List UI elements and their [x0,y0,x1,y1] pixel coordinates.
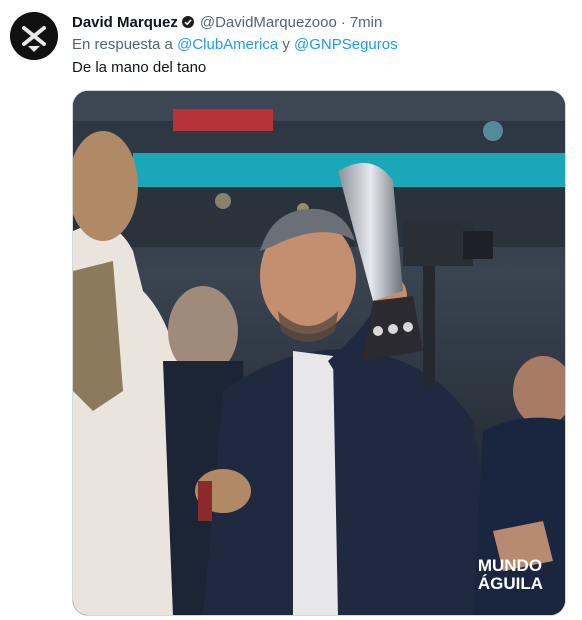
watermark-line-1: MUNDO [477,556,543,575]
verified-badge-icon [181,16,194,28]
mention-gnpseguros[interactable]: @GNPSeguros [294,36,398,53]
avatar[interactable] [10,12,58,60]
reply-context: En respuesta a @ClubAmerica y @GNPSeguro… [72,36,398,53]
reply-prefix: En respuesta a [72,36,178,53]
tweet-timestamp[interactable]: 7min [350,14,383,31]
photo-watermark: MUNDO ÁGUILA [478,557,543,593]
author-name[interactable]: David Marquez [72,14,178,31]
tweet-photo[interactable]: MUNDO ÁGUILA [72,90,566,616]
watermark-line-2: ÁGUILA [477,574,543,593]
tweet-text: De la mano del tano [72,59,207,76]
author-handle[interactable]: @DavidMarquezooo [200,14,337,31]
tweet-header: David Marquez @DavidMarquezooo · 7min [72,12,572,32]
avatar-logo-icon [10,12,58,60]
separator-dot: · [340,13,346,31]
trophy-celebration-photo [73,91,565,615]
reply-conjunction: y [278,36,295,53]
tweet[interactable]: David Marquez @DavidMarquezooo · 7min En… [0,0,582,620]
mention-clubamerica[interactable]: @ClubAmerica [177,36,278,53]
